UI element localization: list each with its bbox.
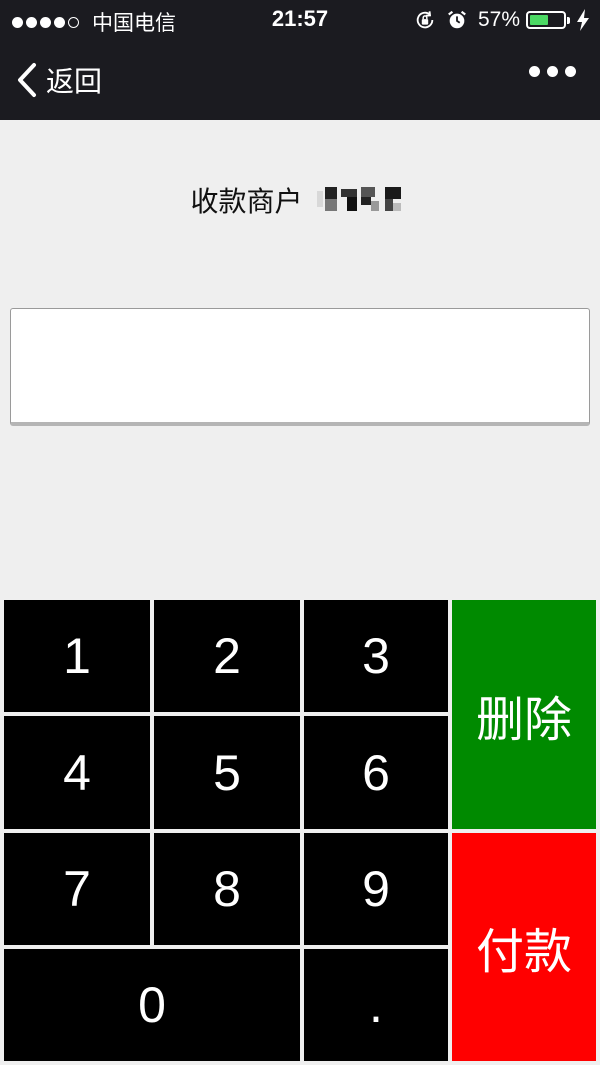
key-dot[interactable]: . (304, 949, 448, 1061)
key-4[interactable]: 4 (4, 716, 150, 829)
amount-input[interactable] (10, 308, 590, 426)
more-icon-dot (529, 66, 540, 77)
more-icon-dot (565, 66, 576, 77)
battery-icon (526, 11, 566, 29)
signal-strength-icon (12, 16, 82, 28)
key-8[interactable]: 8 (154, 833, 300, 945)
key-3[interactable]: 3 (304, 600, 448, 712)
signal-dot (12, 16, 23, 28)
signal-dot (26, 16, 37, 28)
battery-tip (567, 16, 570, 24)
key-9[interactable]: 9 (304, 833, 448, 945)
key-7[interactable]: 7 (4, 833, 150, 945)
key-6[interactable]: 6 (304, 716, 448, 829)
signal-dot (54, 16, 65, 28)
key-0[interactable]: 0 (4, 949, 300, 1061)
pay-button[interactable]: 付款 (452, 833, 596, 1061)
charging-icon (577, 9, 589, 31)
signal-dot-empty (68, 16, 79, 28)
more-icon-dot (547, 66, 558, 77)
status-bar-right: 57% (414, 8, 590, 32)
carrier-name: 中国电信 (92, 11, 176, 35)
status-bar-left: 中国电信 (12, 7, 176, 37)
merchant-label: 收款商户 (190, 185, 303, 218)
merchant-row: 收款商户 (0, 180, 600, 220)
redacted-merchant-name (317, 187, 402, 211)
nav-bar: 返回 (0, 40, 600, 120)
battery-fill (530, 15, 549, 25)
key-2[interactable]: 2 (154, 600, 300, 712)
back-label: 返回 (46, 65, 103, 98)
back-button[interactable]: 返回 (16, 60, 102, 100)
delete-button[interactable]: 删除 (452, 600, 596, 829)
battery-percent: 57% (477, 8, 520, 31)
signal-dot (40, 16, 51, 28)
keypad: 1 2 3 删除 4 5 6 7 8 9 付款 0 . (0, 597, 600, 1065)
status-bar: 中国电信 21:57 57% (0, 0, 600, 40)
alarm-icon (448, 10, 466, 29)
orientation-lock-icon (416, 11, 434, 29)
chevron-left-icon (18, 63, 36, 97)
key-5[interactable]: 5 (154, 716, 300, 829)
key-1[interactable]: 1 (4, 600, 150, 712)
more-button[interactable] (522, 66, 576, 77)
